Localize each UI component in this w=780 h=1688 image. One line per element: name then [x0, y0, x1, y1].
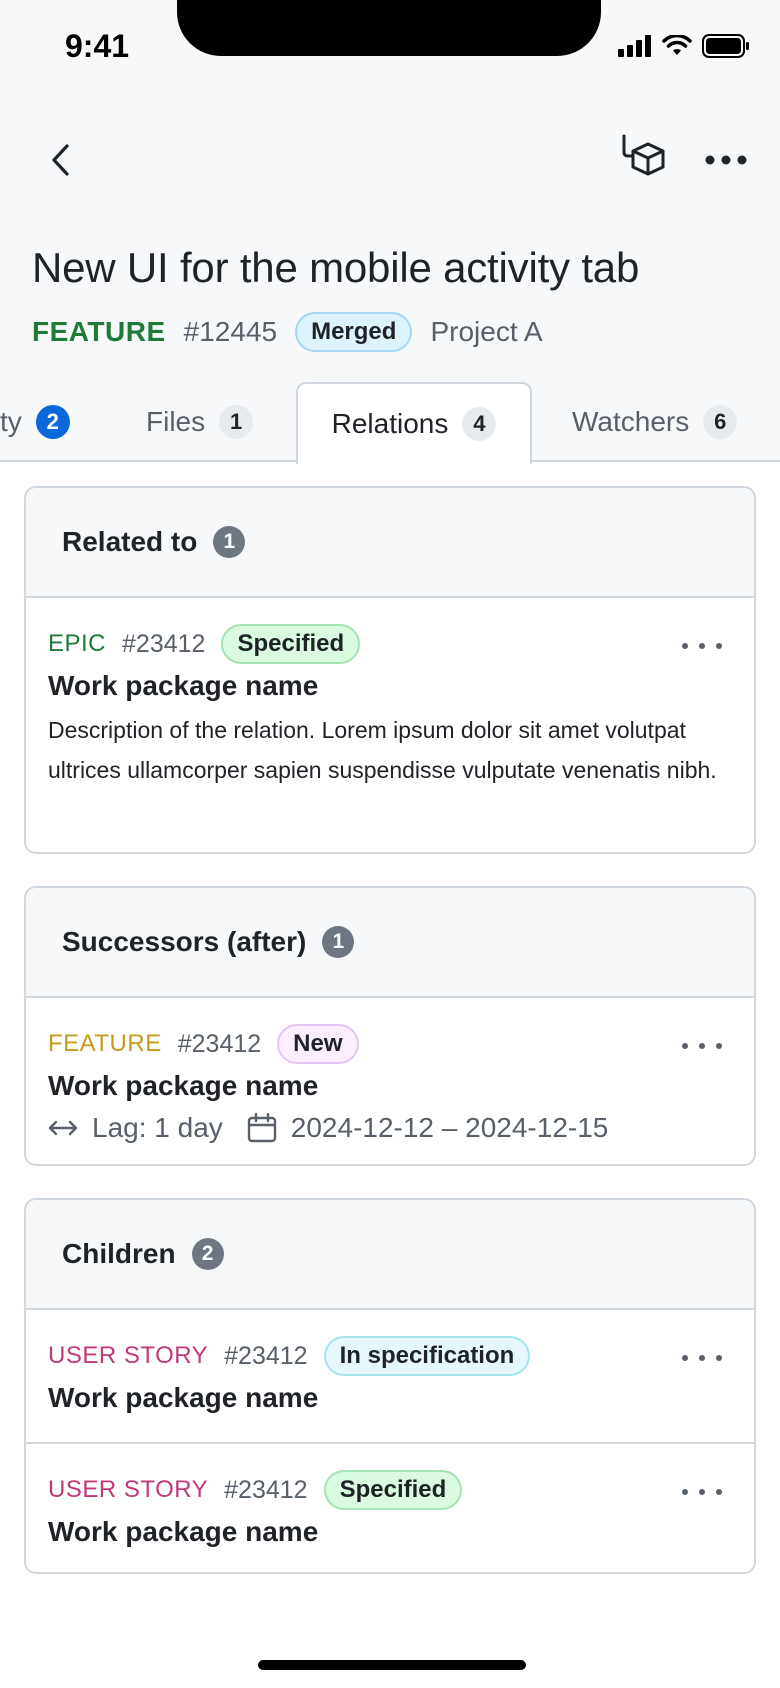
- item-id: #23412: [122, 629, 206, 658]
- item-schedule: Lag: 1 day 2024-12-12 – 2024-12-15: [48, 1112, 718, 1144]
- item-name[interactable]: Work package name: [48, 1516, 718, 1548]
- tab-files[interactable]: Files 1: [146, 382, 254, 462]
- status-time: 9:41: [65, 28, 130, 64]
- status-badge[interactable]: Merged: [295, 312, 413, 352]
- section-title: Related to: [62, 526, 198, 557]
- section-title: Successors (after): [62, 926, 307, 957]
- section-title: Children: [62, 1238, 176, 1269]
- item-type: USER STORY: [48, 1476, 209, 1503]
- more-horizontal-icon: [705, 155, 747, 165]
- item-id: #23412: [177, 1029, 262, 1058]
- page-title: New UI for the mobile activity tab: [32, 244, 640, 291]
- item-id: #23412: [224, 1475, 308, 1504]
- tab-activity[interactable]: ty 2: [0, 382, 80, 462]
- more-options-button[interactable]: [700, 142, 752, 178]
- item-id: #23412: [224, 1341, 308, 1370]
- home-indicator[interactable]: [258, 1660, 526, 1670]
- item-description: Description of the relation. Lorem ipsum…: [48, 717, 717, 783]
- tab-relations[interactable]: Relations 4: [296, 382, 532, 464]
- item-more-button[interactable]: [682, 636, 722, 656]
- item-name[interactable]: Work package name: [48, 1382, 718, 1414]
- header-area: 9:41 New UI for the mobile activity tab …: [0, 0, 780, 464]
- battery-icon: [702, 34, 749, 58]
- project-name[interactable]: Project A: [430, 316, 542, 348]
- item-type: EPIC: [48, 630, 107, 657]
- status-icons: [618, 34, 750, 58]
- tab-count: 2: [35, 405, 70, 439]
- status-badge: New: [277, 1024, 359, 1064]
- signal-icon: [618, 35, 651, 57]
- tab-bar: ty 2 Files 1 Relations 4 Watchers 6: [0, 382, 780, 464]
- item-more-button[interactable]: [682, 1036, 722, 1056]
- section-header: Children 2: [26, 1200, 754, 1310]
- section-related-to: Related to 1 EPIC #23412 Specified Work …: [24, 486, 756, 854]
- lag-text: Lag: 1 day: [92, 1112, 223, 1143]
- item-name[interactable]: Work package name: [48, 1070, 718, 1102]
- status-badge: In specification: [323, 1336, 531, 1376]
- relation-item[interactable]: EPIC #23412 Specified Work package name …: [26, 598, 754, 814]
- work-package-id: #12445: [183, 316, 278, 347]
- status-badge: Specified: [323, 1470, 463, 1510]
- section-count: 1: [213, 526, 246, 558]
- section-count: 2: [191, 1238, 224, 1270]
- relation-item[interactable]: USER STORY #23412 In specification Work …: [26, 1310, 754, 1442]
- calendar-icon: [247, 1113, 276, 1143]
- notch: [177, 0, 601, 56]
- back-button[interactable]: [40, 138, 80, 182]
- status-badge: Specified: [221, 624, 361, 664]
- item-more-button[interactable]: [682, 1348, 722, 1368]
- tab-count: 4: [462, 407, 497, 441]
- item-type: FEATURE: [48, 1030, 162, 1057]
- section-header: Related to 1: [26, 488, 754, 598]
- work-package-meta: FEATURE #12445 Merged Project A: [32, 312, 543, 352]
- chevron-left-icon: [52, 144, 69, 176]
- tab-label: Relations: [331, 408, 449, 439]
- work-package-type: FEATURE: [32, 316, 166, 347]
- tab-label: Files: [146, 406, 206, 437]
- relation-item[interactable]: USER STORY #23412 Specified Work package…: [26, 1442, 754, 1572]
- tab-label: ty: [0, 406, 22, 437]
- section-header: Successors (after) 1: [26, 888, 754, 998]
- tab-watchers[interactable]: Watchers 6: [572, 382, 738, 462]
- wifi-icon: [662, 35, 692, 55]
- relation-item[interactable]: FEATURE #23412 New Work package name Lag…: [26, 998, 754, 1164]
- section-successors: Successors (after) 1 FEATURE #23412 New …: [24, 886, 756, 1166]
- arrows-horizontal-icon: [48, 1120, 78, 1136]
- item-more-button[interactable]: [682, 1482, 722, 1502]
- tab-count: 1: [219, 405, 254, 439]
- hierarchy-button[interactable]: [618, 134, 670, 186]
- package-hierarchy-icon: [622, 134, 665, 176]
- top-navigation: [0, 130, 780, 190]
- tab-label: Watchers: [572, 406, 690, 437]
- section-count: 1: [322, 926, 355, 958]
- date-range: 2024-12-12 – 2024-12-15: [290, 1112, 609, 1143]
- section-children: Children 2 USER STORY #23412 In specific…: [24, 1198, 756, 1574]
- item-type: USER STORY: [48, 1342, 209, 1369]
- status-bar: 9:41: [0, 0, 780, 90]
- item-name[interactable]: Work package name: [48, 670, 718, 702]
- tab-count: 6: [703, 405, 738, 439]
